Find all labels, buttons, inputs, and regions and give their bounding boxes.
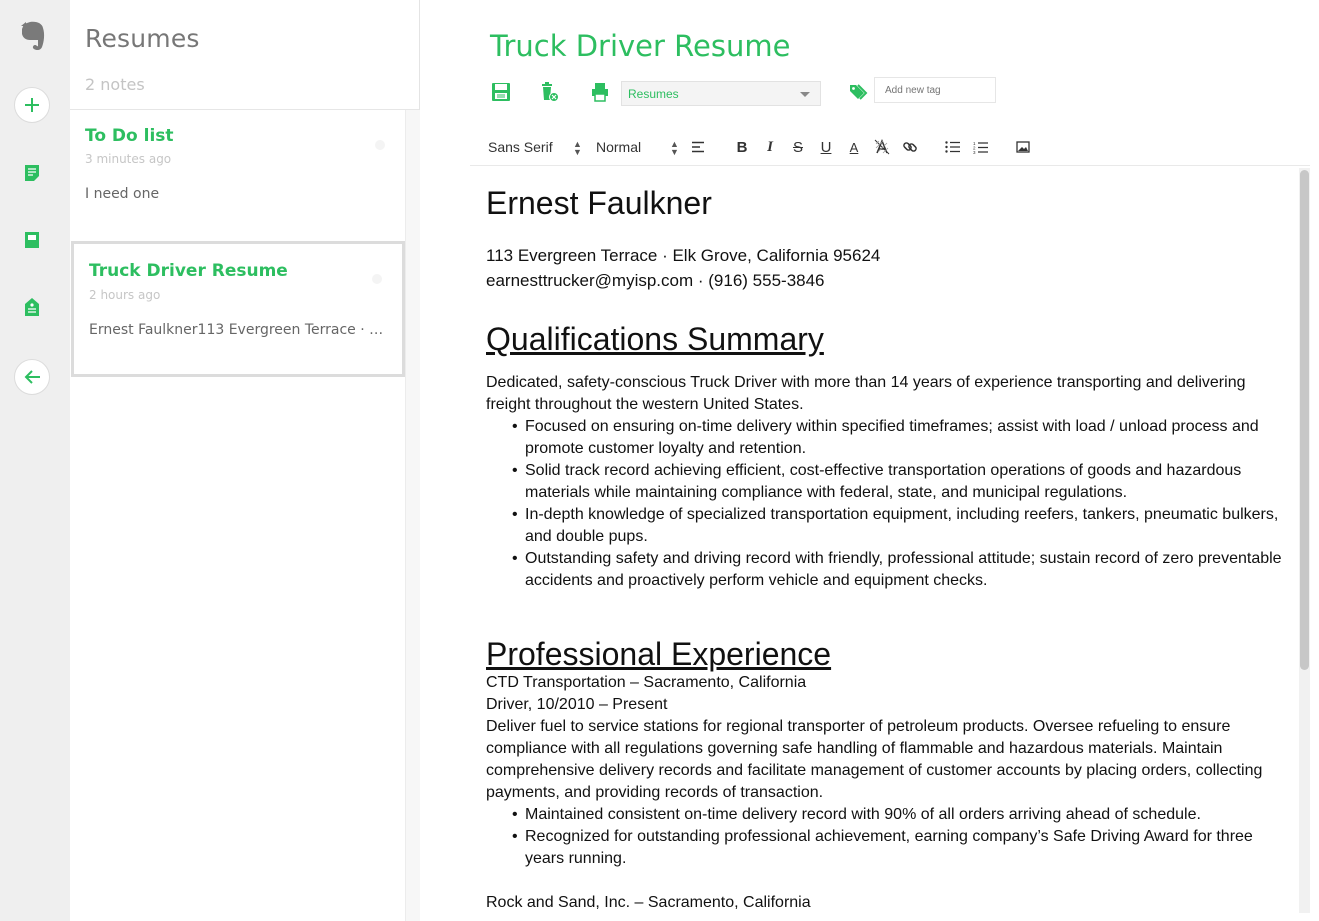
editor-scrollbar[interactable]	[1299, 168, 1310, 913]
note-options-icon[interactable]	[372, 274, 382, 284]
notes-icon[interactable]	[14, 155, 50, 191]
list-item: In-depth knowledge of specialized transp…	[512, 504, 1283, 548]
job-description: Deliver fuel to service stations for reg…	[486, 718, 1263, 801]
resume-name: Ernest Faulkner	[486, 185, 712, 221]
notes-scrollbar[interactable]	[405, 110, 420, 921]
resume-contact: earnesttrucker@myisp.com · (916) 555-384…	[486, 271, 825, 290]
note-content[interactable]: Ernest Faulkner 113 Evergreen Terrace · …	[470, 167, 1299, 912]
font-size-select[interactable]: Normal ▲ ▼	[596, 139, 679, 157]
note-timestamp: 2 hours ago	[89, 288, 161, 302]
svg-text:3: 3	[973, 150, 976, 154]
note-title: To Do list	[85, 126, 174, 146]
link-icon[interactable]	[899, 136, 921, 158]
italic-icon[interactable]: I	[759, 136, 781, 158]
job-company: Rock and Sand, Inc. – Sacramento, Califo…	[486, 894, 811, 911]
qualifications-list: Focused on ensuring on-time delivery wit…	[486, 416, 1283, 592]
note-title: Truck Driver Resume	[89, 261, 288, 281]
note-snippet: Ernest Faulkner113 Evergreen Terrace · E…	[89, 322, 384, 338]
trash-icon[interactable]	[539, 81, 561, 103]
job-achievements-list: Maintained consistent on-time delivery r…	[486, 804, 1283, 870]
note-editor: Truck Driver Resume Resumes Add new tag …	[421, 0, 1319, 921]
save-icon[interactable]	[490, 81, 512, 103]
list-item: Recognized for outstanding professional …	[512, 826, 1283, 870]
qualifications-intro: Dedicated, safety-conscious Truck Driver…	[486, 374, 1246, 413]
notebook-title: Resumes	[85, 24, 200, 53]
note-snippet: I need one	[85, 186, 160, 202]
note-card-selected[interactable]: Truck Driver Resume 2 hours ago Ernest F…	[71, 241, 405, 377]
evernote-elephant-icon[interactable]	[14, 18, 50, 54]
align-left-icon[interactable]	[687, 136, 709, 158]
font-family-select[interactable]: Sans Serif ▲ ▼	[488, 139, 582, 157]
notebooks-icon[interactable]	[14, 222, 50, 258]
clear-format-icon[interactable]	[871, 136, 893, 158]
tags-icon[interactable]	[14, 289, 50, 325]
note-timestamp: 3 minutes ago	[85, 152, 172, 166]
bullet-list-icon[interactable]	[941, 136, 963, 158]
select-arrows-icon: ▲ ▼	[573, 139, 582, 157]
qualifications-heading: Qualifications Summary	[486, 321, 824, 357]
note-options-icon[interactable]	[375, 140, 385, 150]
list-item: Outstanding safety and driving record wi…	[512, 548, 1283, 592]
icon-rail	[0, 0, 70, 921]
select-arrows-icon: ▲ ▼	[670, 139, 679, 157]
list-item: Maintained consistent on-time delivery r…	[512, 804, 1283, 826]
print-icon[interactable]	[589, 81, 611, 103]
text-color-icon[interactable]: A	[843, 136, 865, 158]
notebook-select-value: Resumes	[628, 87, 679, 101]
experience-heading: Professional Experience	[486, 636, 832, 672]
strikethrough-icon[interactable]: S	[787, 136, 809, 158]
numbered-list-icon[interactable]: 1 2 3	[969, 136, 991, 158]
list-item: Solid track record achieving efficient, …	[512, 460, 1283, 504]
chevron-down-icon	[800, 92, 810, 97]
font-size-value: Normal	[596, 139, 642, 155]
tag-icon	[849, 82, 871, 102]
notes-list-panel: Resumes 2 notes To Do list 3 minutes ago…	[70, 0, 420, 921]
notes-list-header: Resumes 2 notes	[70, 0, 419, 110]
note-count: 2 notes	[85, 75, 145, 94]
list-item: Focused on ensuring on-time delivery wit…	[512, 416, 1283, 460]
back-arrow-icon	[24, 370, 40, 384]
new-note-button[interactable]	[14, 87, 50, 123]
job-role: Driver, 10/2010 – Present	[486, 696, 668, 713]
formatting-toolbar: Sans Serif ▲ ▼ Normal ▲ ▼ B I S U A 1 2 …	[470, 128, 1310, 166]
plus-icon	[25, 98, 39, 112]
font-family-value: Sans Serif	[488, 139, 553, 155]
note-card[interactable]: To Do list 3 minutes ago I need one	[70, 110, 405, 240]
add-tag-input[interactable]	[874, 77, 996, 103]
note-title-field[interactable]: Truck Driver Resume	[490, 29, 790, 63]
underline-icon[interactable]: U	[815, 136, 837, 158]
job-company: CTD Transportation – Sacramento, Califor…	[486, 674, 807, 691]
notebook-select[interactable]: Resumes	[621, 81, 821, 106]
back-button[interactable]	[14, 359, 50, 395]
resume-address: 113 Evergreen Terrace · Elk Grove, Calif…	[486, 246, 881, 265]
scrollbar-thumb[interactable]	[1300, 170, 1309, 670]
bold-icon[interactable]: B	[731, 136, 753, 158]
image-icon[interactable]	[1012, 136, 1034, 158]
